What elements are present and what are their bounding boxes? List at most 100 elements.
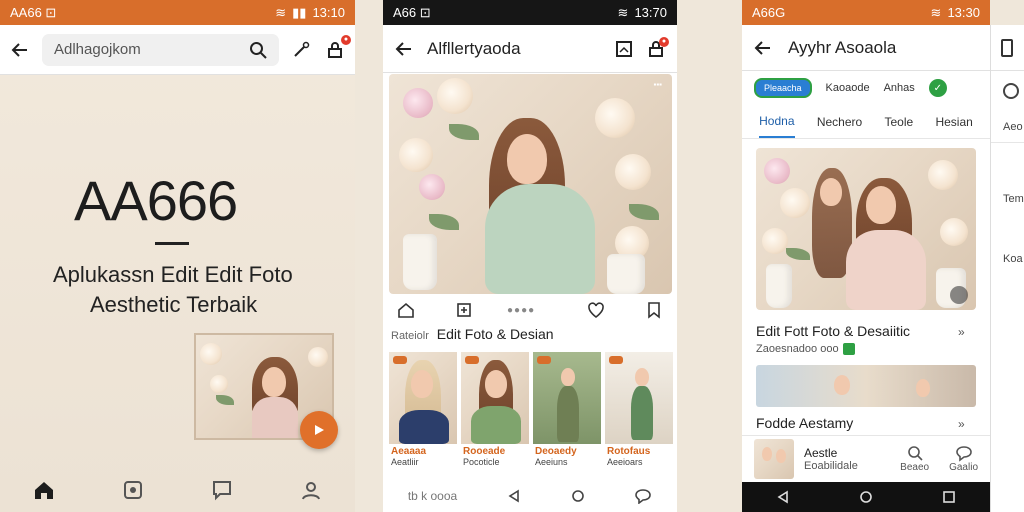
share-icon[interactable] [455,301,473,319]
home-icon[interactable] [397,301,415,319]
tab[interactable]: Teole [884,115,913,129]
card[interactable]: Rooeade Pocoticle [461,352,529,470]
tab-bar: Hodna Nechero Teole Hesian [742,105,990,139]
badge-icon [842,343,855,355]
chip[interactable]: Anhas [884,82,915,94]
headline: AA666 [74,169,238,232]
status-bar: AA66 ⊡ ≋ ▮▮ 13:10 [0,0,355,25]
chat-icon[interactable] [634,488,652,504]
notification-icon[interactable]: ● [647,36,669,58]
gallery-icon[interactable] [122,479,144,501]
panel-4-tab: Aeo [991,111,1024,143]
bottom-text: tb k oooa [407,489,458,503]
home-nav-icon[interactable] [571,489,585,503]
tab[interactable]: Nechero [817,115,862,129]
panel-4-label: Tem [1003,193,1024,205]
card[interactable]: Deoaedy Aeeiuns [533,352,601,470]
list-thumb [754,438,794,479]
list-action-1[interactable]: Beaeo [900,444,929,473]
subtitle-line-2: Aesthetic Terbaik [90,292,258,317]
bookmark-icon[interactable] [645,301,663,319]
signal-icon: ▮▮ [292,4,307,20]
system-nav: tb k oooa [383,482,677,510]
panel-3: A66G ≋ 13:30 Ayyhr Asoaola Pleaacha Kaoa… [742,0,990,512]
bottom-nav [0,470,355,510]
carousel-dots: ●●●● [507,304,536,316]
back-nav-icon[interactable] [507,489,521,503]
back-arrow-icon[interactable] [8,38,32,62]
crop-icon[interactable] [615,40,633,58]
search-icon[interactable] [249,41,267,59]
status-bar: A66 ⊡ ≋ 13:70 [383,0,677,25]
app-header: Alfllertyaoda ● [383,25,677,73]
card-title: Deoaedy [535,446,577,457]
subtitle-line-1: Aplukassn Edit Edit Foto [53,262,293,287]
wifi-icon: ≋ [617,4,629,20]
chip-active[interactable]: Pleaacha [754,78,812,98]
card-title: Rooeade [463,446,506,457]
card-grid: Aeaaaa Aeatliir Rooeade Pocoticle Deoaed… [389,352,673,470]
zoom-icon[interactable] [950,286,968,304]
card-2-title: Fodde Aestamy [756,415,854,431]
chevron-right-icon[interactable]: » [958,417,965,431]
panel-4: Aeo Tem Koa [990,25,1024,512]
play-icon [315,425,324,435]
list-action-2-label: Gaalio [949,462,978,473]
chip[interactable]: Kaoaode [826,82,870,94]
card-subtitle: Aeeiuns [535,457,568,467]
section-label: Rateiolr Edit Foto & Desian [391,326,554,342]
panel-4-label: Koa [1003,253,1023,265]
recents-nav-icon[interactable] [942,490,956,504]
notification-icon[interactable]: ● [323,34,351,62]
card[interactable]: Rotofaus Aeeioars [605,352,673,470]
play-button[interactable] [300,411,338,449]
app-title: Ayyhr Asoaola [788,37,897,57]
wifi-icon: ≋ [930,4,942,20]
card-1-sub: Zaoesnadoo ooo [756,343,855,355]
status-left: AA66 ⊡ [10,4,57,20]
card-title: Aeaaaa [391,446,427,457]
magic-wand-icon[interactable] [289,38,313,62]
list-action-1-label: Beaeo [900,462,930,473]
chat-icon[interactable] [211,479,233,501]
home-nav-icon[interactable] [859,490,873,504]
search-text: Adlhagojkom [54,41,141,58]
image-tag: ▪▪▪ [653,80,662,89]
status-bar: A66G ≋ 13:30 [742,0,990,25]
search-input[interactable]: Adlhagojkom [42,33,279,66]
chat-icon [955,446,972,462]
app-header: Ayyhr Asoaola [742,25,990,71]
section-label-prefix: Rateiolr [391,330,429,342]
search-header: Adlhagojkom ● [0,25,355,75]
notification-badge: ● [341,34,351,45]
heart-icon[interactable] [587,301,605,319]
profile-icon[interactable] [300,479,322,501]
feature-photo[interactable] [756,148,976,310]
card-2-photo[interactable] [756,365,976,407]
home-icon[interactable] [33,479,55,501]
list-action-2[interactable]: Gaalio [949,444,978,473]
headline-divider [155,242,189,245]
status-time: 13:70 [634,5,667,20]
back-nav-icon[interactable] [776,490,790,504]
status-left: A66 ⊡ [393,4,431,20]
window-icon[interactable] [1001,38,1013,57]
card-1-sub-text: Zaoesnadoo ooo [756,343,839,355]
tab-home[interactable]: Hodna [759,106,795,138]
back-arrow-icon[interactable] [754,39,772,57]
screenshot-collage: AA66 ⊡ ≋ ▮▮ 13:10 Adlhagojkom ● AA666 Ap… [0,0,1024,512]
circle-icon[interactable] [1003,83,1019,99]
back-arrow-icon[interactable] [395,40,413,58]
main-photo[interactable]: ▪▪▪ [389,74,672,294]
list-title: Aestle [804,445,838,460]
tab[interactable]: Hesian [935,115,972,129]
card[interactable]: Aeaaaa Aeatliir [389,352,457,470]
wifi-icon: ≋ [275,4,287,20]
card-subtitle: Aeatliir [391,457,419,467]
list-row[interactable]: Aestle Eoabilidale Beaeo Gaalio [742,435,990,481]
card-subtitle: Pocoticle [463,457,500,467]
app-title: Alfllertyaoda [427,38,521,58]
section-label-text: Edit Foto & Desian [436,326,554,342]
chevron-right-icon[interactable]: » [958,325,965,339]
status-time: 13:10 [312,5,345,20]
